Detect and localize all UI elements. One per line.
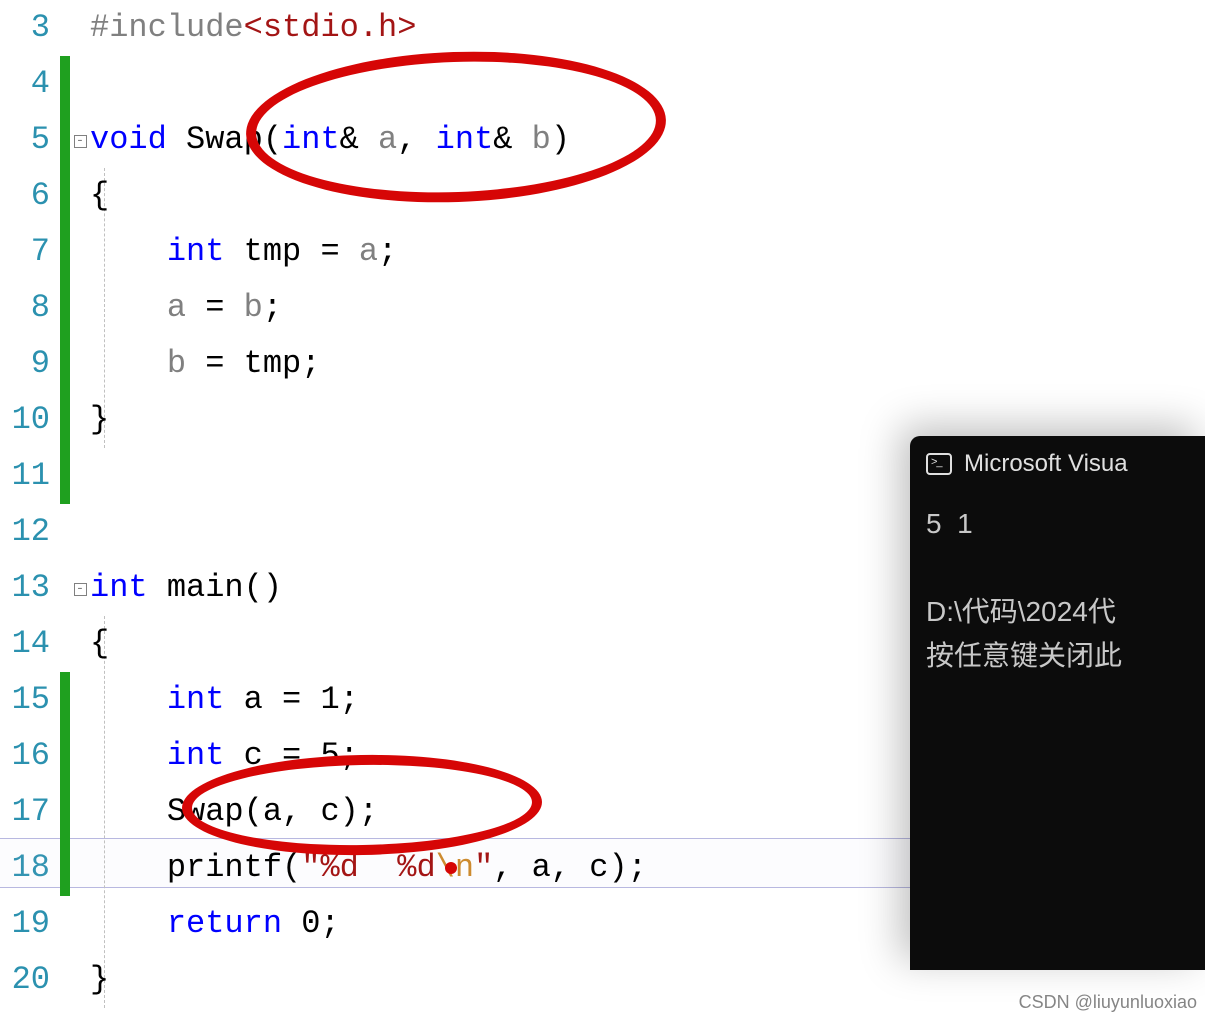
line-number: 8 <box>0 280 50 336</box>
line-number: 15 <box>0 672 50 728</box>
line-number: 14 <box>0 616 50 672</box>
line-number-gutter: 3 4 5 6 7 8 9 10 11 12 13 14 15 16 17 18… <box>0 0 60 1019</box>
line-number: 19 <box>0 896 50 952</box>
line-number: 5 <box>0 112 50 168</box>
line-number: 11 <box>0 448 50 504</box>
code-line-3[interactable]: #include<stdio.h> <box>90 0 1205 56</box>
line-number: 4 <box>0 56 50 112</box>
line-number: 6 <box>0 168 50 224</box>
code-line-6[interactable]: { <box>90 168 1205 224</box>
terminal-icon <box>926 453 952 475</box>
line-number: 20 <box>0 952 50 1008</box>
line-number: 12 <box>0 504 50 560</box>
line-number: 18 <box>0 840 50 896</box>
line-number: 17 <box>0 784 50 840</box>
change-bar <box>60 56 70 504</box>
fold-collapse-icon[interactable]: - <box>74 583 87 596</box>
line-number: 10 <box>0 392 50 448</box>
line-number: 3 <box>0 0 50 56</box>
console-window[interactable]: Microsoft Visua 5 1 D:\代码\2024代 按任意键关闭此 <box>910 436 1205 970</box>
line-number: 13 <box>0 560 50 616</box>
line-number: 16 <box>0 728 50 784</box>
console-title: Microsoft Visua <box>964 450 1128 478</box>
code-line-7[interactable]: int tmp = a; <box>90 224 1205 280</box>
console-titlebar[interactable]: Microsoft Visua <box>910 436 1205 492</box>
change-bar <box>60 672 70 896</box>
fold-collapse-icon[interactable]: - <box>74 135 87 148</box>
line-number: 7 <box>0 224 50 280</box>
watermark-text: CSDN @liuyunluoxiao <box>1019 992 1197 1013</box>
code-line-9[interactable]: b = tmp; <box>90 336 1205 392</box>
line-number: 9 <box>0 336 50 392</box>
code-line-8[interactable]: a = b; <box>90 280 1205 336</box>
fold-column: - - <box>70 0 90 1019</box>
code-line-4[interactable] <box>90 56 1205 112</box>
change-indicator-column <box>60 0 70 1019</box>
console-output[interactable]: 5 1 D:\代码\2024代 按任意键关闭此 <box>910 492 1205 688</box>
code-line-5[interactable]: void Swap(int& a, int& b) <box>90 112 1205 168</box>
